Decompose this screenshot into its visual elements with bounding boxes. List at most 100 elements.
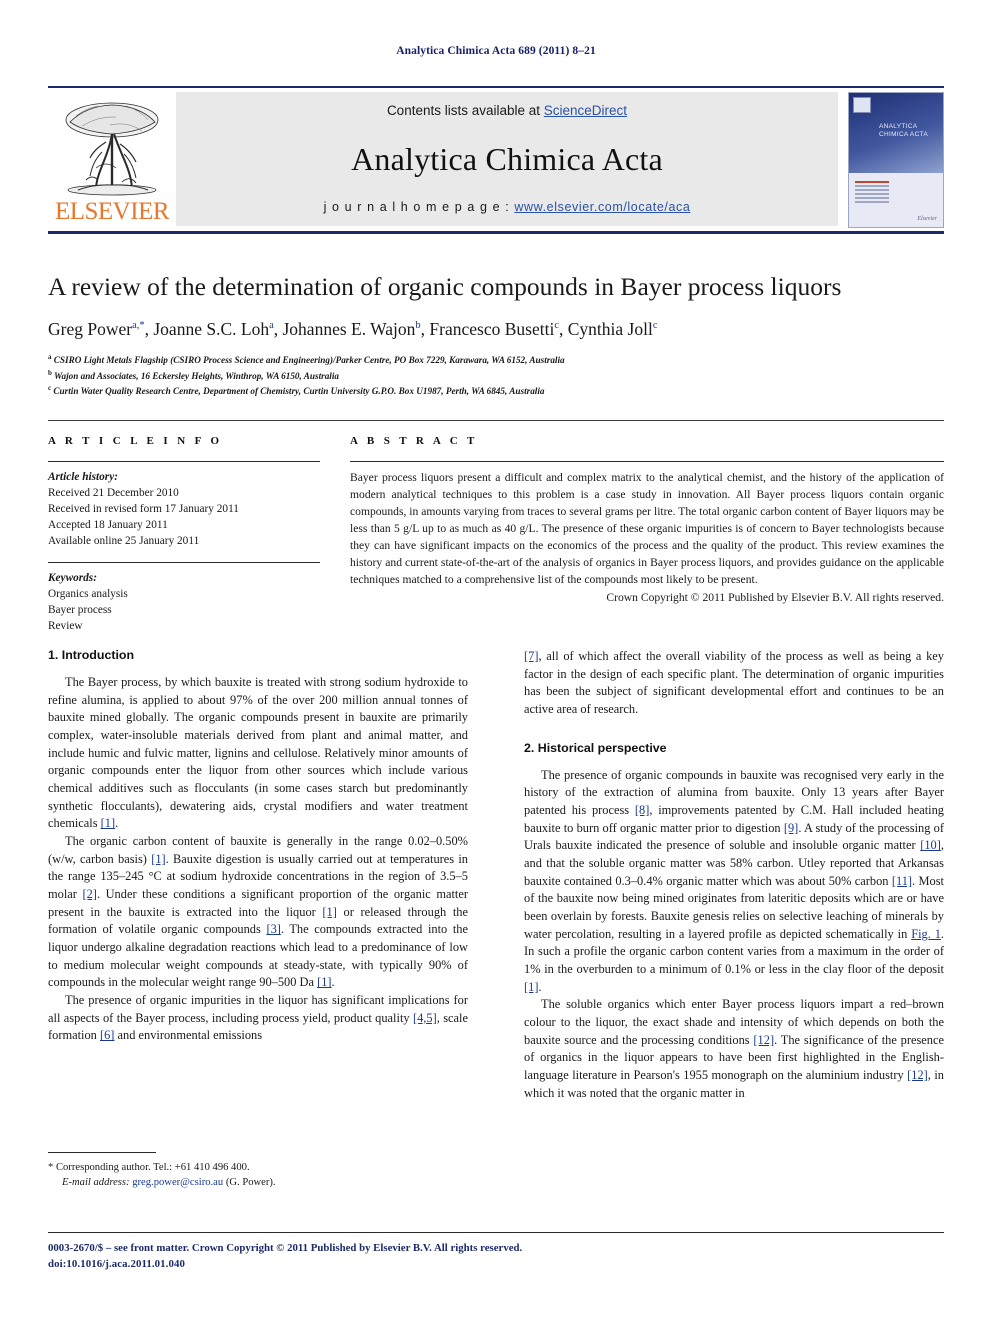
paragraph-intro-3-cont: [7], all of which affect the overall via… <box>524 648 944 719</box>
sciencedirect-link[interactable]: ScienceDirect <box>544 103 627 118</box>
abstract-column: A B S T R A C T Bayer process liquors pr… <box>350 435 944 647</box>
paragraph-intro-3: The presence of organic impurities in th… <box>48 992 468 1045</box>
contents-available-line: Contents lists available at ScienceDirec… <box>387 103 627 118</box>
title-block: A review of the determination of organic… <box>48 272 944 398</box>
body-column-right: [7], all of which affect the overall via… <box>524 648 944 1148</box>
journal-homepage-link[interactable]: www.elsevier.com/locate/aca <box>514 200 690 214</box>
cover-art: ANALYTICA CHIMICA ACTA Elsevier <box>848 92 944 228</box>
affiliation-mark-b: b <box>48 368 52 377</box>
citation-1c[interactable]: [1] <box>322 905 336 919</box>
citation-6[interactable]: [6] <box>100 1028 114 1042</box>
citation-8[interactable]: [8] <box>635 803 649 817</box>
journal-cover-thumbnail: ANALYTICA CHIMICA ACTA Elsevier <box>848 92 944 228</box>
p2-text-f: . <box>331 975 335 990</box>
journal-homepage-line: j o u r n a l h o m e p a g e : www.else… <box>324 200 691 214</box>
citation-1d[interactable]: [1] <box>317 975 331 989</box>
masthead-bottom-rule <box>48 231 944 234</box>
p3-text-a: The presence of organic impurities in th… <box>48 993 468 1025</box>
article-history: Article history: Received 21 December 20… <box>48 469 320 549</box>
body-column-left: 1. Introduction The Bayer process, by wh… <box>48 648 468 1148</box>
column-gutter <box>320 435 350 647</box>
author-list: Greg Powera,*, Joanne S.C. Loha, Johanne… <box>48 318 658 339</box>
journal-title: Analytica Chimica Acta <box>351 140 663 177</box>
keywords-label: Keywords: <box>48 572 97 585</box>
page-footer: 0003-2670/$ – see front matter. Crown Co… <box>48 1232 944 1272</box>
history-accepted: Accepted 18 January 2011 <box>48 519 168 532</box>
section-heading-introduction: 1. Introduction <box>48 648 135 662</box>
footnote-rule <box>48 1152 156 1153</box>
keyword-2: Bayer process <box>48 604 112 617</box>
elsevier-wordmark: ELSEVIER <box>54 198 170 225</box>
citation-9[interactable]: [9] <box>784 821 798 835</box>
abstract-heading: A B S T R A C T <box>350 435 478 447</box>
elsevier-logo: ELSEVIER <box>48 92 176 226</box>
body-columns: 1. Introduction The Bayer process, by wh… <box>48 648 944 1148</box>
corresponding-author-footnote: * Corresponding author. Tel.: +61 410 49… <box>48 1152 468 1191</box>
affiliation-mark-c: c <box>48 384 52 393</box>
keyword-3: Review <box>48 620 83 633</box>
citation-4-5[interactable]: [4,5] <box>413 1011 437 1025</box>
masthead-top-rule <box>48 86 944 88</box>
corresponding-author-name: (G. Power). <box>225 1177 276 1189</box>
p3-text-d: , all of which affect the overall viabil… <box>524 649 944 717</box>
paragraph-hist-2: The soluble organics which enter Bayer p… <box>524 996 944 1102</box>
doi-line: doi:10.1016/j.aca.2011.01.040 <box>48 1258 185 1271</box>
affiliation-c: c Curtin Water Quality Research Centre, … <box>48 383 944 398</box>
citation-7[interactable]: [7] <box>524 649 538 663</box>
citation-12[interactable]: [12] <box>753 1033 774 1047</box>
history-received: Received 21 December 2010 <box>48 487 179 500</box>
affiliation-text-b: Wajon and Associates, 16 Eckersley Heigh… <box>54 370 339 381</box>
body-gutter <box>468 648 524 1148</box>
keywords-group: Keywords: Organics analysis Bayer proces… <box>48 570 320 634</box>
section-heading-historical: 2. Historical perspective <box>524 740 667 755</box>
affiliation-b: b Wajon and Associates, 16 Eckersley Hei… <box>48 368 944 383</box>
issn-copyright-line: 0003-2670/$ – see front matter. Crown Co… <box>48 1242 523 1254</box>
footnote-email-line: E-mail address: greg.power@csiro.au (G. … <box>48 1175 468 1190</box>
citation-3[interactable]: [3] <box>266 922 280 936</box>
cover-publisher-mark: Elsevier <box>917 216 937 222</box>
journal-masthead: ELSEVIER Contents lists available at Sci… <box>48 86 944 234</box>
article-info-rule <box>48 461 320 462</box>
cover-text-lines <box>855 181 889 205</box>
article-history-label: Article history: <box>48 471 118 483</box>
cover-journal-title: ANALYTICA CHIMICA ACTA <box>879 123 928 139</box>
citation-11[interactable]: [11] <box>892 874 912 888</box>
figure-1-link[interactable]: Fig. 1 <box>911 927 941 941</box>
affiliation-text-c: Curtin Water Quality Research Centre, De… <box>53 386 545 397</box>
citation-10[interactable]: [10] <box>920 838 941 852</box>
homepage-prefix: j o u r n a l h o m e p a g e : <box>323 200 510 214</box>
footnote-corresponding: * Corresponding author. Tel.: +61 410 49… <box>48 1162 250 1173</box>
history-revised: Received in revised form 17 January 2011 <box>48 503 239 516</box>
article-info-column: A R T I C L E I N F O Article history: R… <box>48 435 320 647</box>
info-abstract-block: A R T I C L E I N F O Article history: R… <box>48 420 944 647</box>
p4-text-g: . <box>538 979 542 994</box>
email-address-label: E-mail address: <box>62 1177 130 1189</box>
cover-corner-square <box>853 97 871 113</box>
p1-text-b: . <box>115 816 119 831</box>
abstract-rule <box>350 461 944 462</box>
paragraph-intro-2: The organic carbon content of bauxite is… <box>48 833 468 992</box>
history-online: Available online 25 January 2011 <box>48 535 200 548</box>
citation-2[interactable]: [2] <box>82 887 96 901</box>
contents-prefix: Contents lists available at <box>386 103 544 118</box>
affiliation-list: a CSIRO Light Metals Flagship (CSIRO Pro… <box>48 352 944 398</box>
p3-text-c: and environmental emissions <box>114 1028 263 1043</box>
paragraph-intro-1: The Bayer process, by which bauxite is t… <box>48 674 468 833</box>
page-title: A review of the determination of organic… <box>48 272 842 301</box>
running-head: Analytica Chimica Acta 689 (2011) 8–21 <box>396 45 596 57</box>
abstract-text: Bayer process liquors present a difficul… <box>350 471 944 587</box>
elsevier-tree-icon <box>65 102 159 196</box>
corresponding-author-email[interactable]: greg.power@csiro.au <box>132 1177 223 1188</box>
keywords-rule <box>48 562 320 564</box>
article-page: Analytica Chimica Acta 689 (2011) 8–21 E… <box>0 0 992 1323</box>
keyword-1: Organics analysis <box>48 588 128 601</box>
citation-1[interactable]: [1] <box>101 816 115 830</box>
affiliation-a: a CSIRO Light Metals Flagship (CSIRO Pro… <box>48 352 944 367</box>
article-info-heading: A R T I C L E I N F O <box>48 435 223 447</box>
citation-1e[interactable]: [1] <box>524 980 538 994</box>
affiliation-text-a: CSIRO Light Metals Flagship (CSIRO Proce… <box>53 355 565 366</box>
paragraph-hist-1: The presence of organic compounds in bau… <box>524 767 944 997</box>
citation-12b[interactable]: [12] <box>907 1068 928 1082</box>
citation-1b[interactable]: [1] <box>151 852 165 866</box>
abstract-copyright: Crown Copyright © 2011 Published by Else… <box>606 591 944 605</box>
